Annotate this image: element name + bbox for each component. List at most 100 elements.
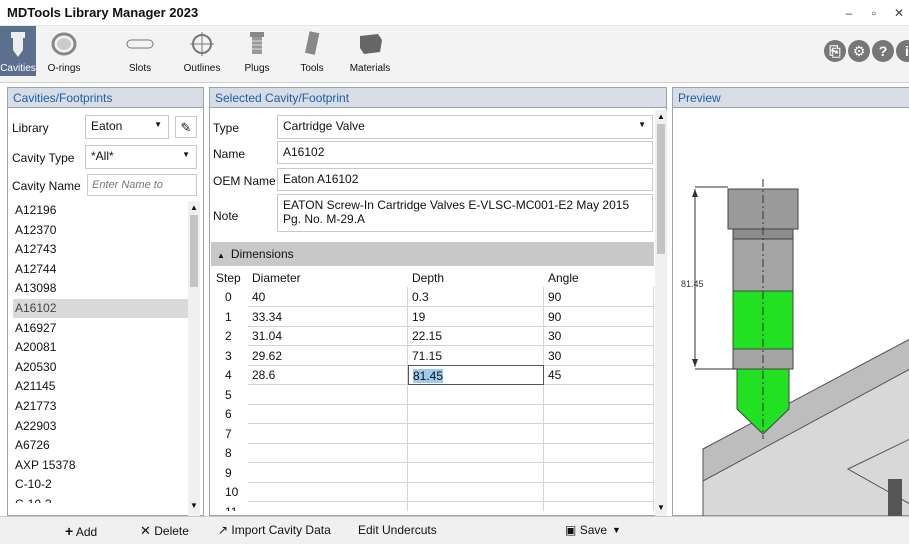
- info-icon[interactable]: i: [896, 40, 909, 62]
- name-field[interactable]: A16102: [277, 141, 653, 164]
- export-icon[interactable]: ⎘: [824, 40, 846, 62]
- oem-name-field[interactable]: Eaton A16102: [277, 168, 653, 191]
- cavity-name-input[interactable]: [87, 174, 197, 196]
- dimension-cell[interactable]: 30: [544, 345, 654, 366]
- library-select[interactable]: Eaton ▼: [85, 115, 169, 139]
- column-header[interactable]: Step: [212, 268, 248, 288]
- column-header[interactable]: Angle: [544, 268, 654, 288]
- list-item[interactable]: A12743: [13, 240, 193, 259]
- scroll-thumb[interactable]: [190, 215, 198, 287]
- list-item[interactable]: A12744: [13, 260, 193, 279]
- scroll-up-icon[interactable]: ▲: [657, 112, 665, 121]
- dimensions-header[interactable]: ▲ Dimensions: [211, 242, 654, 266]
- import-cavity-button[interactable]: ↗ Import Cavity Data: [218, 523, 331, 537]
- list-item[interactable]: C-10-2: [13, 475, 193, 494]
- dimension-cell[interactable]: [544, 443, 654, 463]
- dimension-cell[interactable]: [544, 404, 654, 424]
- list-item[interactable]: AXP 15378: [13, 456, 193, 475]
- cavity-preview[interactable]: 81.45: [673, 109, 909, 516]
- dimension-cell[interactable]: 0.3: [408, 287, 544, 307]
- toolbar: Cavities O-rings Slots Outlines Plugs To…: [0, 26, 909, 83]
- help-icon[interactable]: ?: [872, 40, 894, 62]
- note-field[interactable]: EATON Screw-In Cartridge Valves E-VLSC-M…: [277, 194, 653, 232]
- minimize-button[interactable]: –: [836, 2, 862, 24]
- column-header[interactable]: Diameter: [248, 268, 408, 288]
- tab-outlines[interactable]: Outlines: [180, 26, 224, 76]
- tab-cavities[interactable]: Cavities: [0, 26, 36, 76]
- dimension-cell[interactable]: [248, 423, 408, 444]
- tab-slots[interactable]: Slots: [120, 26, 160, 76]
- dimension-cell[interactable]: 19: [408, 306, 544, 327]
- list-scrollbar[interactable]: ▲ ▼: [188, 201, 200, 516]
- dimension-cell[interactable]: 90: [544, 287, 654, 307]
- list-item[interactable]: C-10-3: [13, 495, 193, 503]
- cavity-type-select[interactable]: *All* ▼: [85, 145, 197, 169]
- list-item[interactable]: A21773: [13, 397, 193, 416]
- dimension-cell[interactable]: [248, 404, 408, 424]
- add-button[interactable]: + Add: [65, 523, 97, 539]
- list-item[interactable]: A13098: [13, 279, 193, 298]
- delete-button[interactable]: ✕ Delete: [140, 523, 189, 539]
- type-select[interactable]: Cartridge Valve ▼: [277, 115, 653, 139]
- dimension-cell[interactable]: 29.62: [248, 345, 408, 366]
- save-button[interactable]: ▣ Save: [565, 523, 607, 537]
- dimension-cell[interactable]: [408, 443, 544, 463]
- library-value: Eaton: [91, 119, 123, 133]
- list-item[interactable]: A20081: [13, 338, 193, 357]
- material-icon: [344, 30, 396, 60]
- settings-icon[interactable]: ⚙: [848, 40, 870, 62]
- edit-icon[interactable]: ✎: [175, 116, 197, 138]
- dimension-cell[interactable]: 22.15: [408, 326, 544, 346]
- dimension-cell[interactable]: 81.45: [408, 365, 544, 385]
- dimension-cell[interactable]: [408, 404, 544, 424]
- panel-scrollbar[interactable]: ▲ ▼: [655, 110, 667, 516]
- column-header[interactable]: Depth: [408, 268, 544, 288]
- dimension-cell[interactable]: [544, 423, 654, 444]
- list-item[interactable]: A16927: [13, 319, 193, 338]
- list-item[interactable]: A16102: [13, 299, 193, 318]
- cavities-panel: Cavities/Footprints Library Eaton ▼ ✎ Ca…: [7, 87, 204, 516]
- edit-undercuts-button[interactable]: Edit Undercuts: [358, 523, 437, 537]
- list-item[interactable]: A20530: [13, 358, 193, 377]
- scroll-down-icon[interactable]: ▼: [190, 501, 198, 510]
- list-item[interactable]: A12196: [13, 201, 193, 220]
- dimension-cell[interactable]: [408, 501, 544, 511]
- tab-materials[interactable]: Materials: [344, 26, 396, 76]
- dimension-cell[interactable]: [544, 462, 654, 483]
- dimension-cell[interactable]: 45: [544, 365, 654, 385]
- tab-tools[interactable]: Tools: [296, 26, 328, 76]
- dimension-cell[interactable]: 30: [544, 326, 654, 346]
- list-item[interactable]: A22903: [13, 417, 193, 436]
- tab-label: Slots: [128, 63, 152, 74]
- dimension-cell[interactable]: [408, 423, 544, 444]
- dimension-cell[interactable]: [408, 384, 544, 405]
- dimension-cell[interactable]: [544, 482, 654, 502]
- scroll-thumb[interactable]: [657, 124, 665, 254]
- dimension-cell[interactable]: 31.04: [248, 326, 408, 346]
- dimension-cell[interactable]: 40: [248, 287, 408, 307]
- tab-label: Materials: [349, 63, 391, 74]
- dimension-cell[interactable]: [408, 482, 544, 502]
- scroll-down-icon[interactable]: ▼: [657, 503, 665, 512]
- dimension-cell[interactable]: [408, 462, 544, 483]
- dimension-cell[interactable]: [544, 384, 654, 405]
- dimension-cell[interactable]: 33.34: [248, 306, 408, 327]
- dimension-cell[interactable]: 90: [544, 306, 654, 327]
- save-dropdown-icon[interactable]: ▼: [612, 525, 621, 535]
- dimension-cell[interactable]: 71.15: [408, 345, 544, 366]
- list-item[interactable]: A12370: [13, 221, 193, 240]
- list-item[interactable]: A6726: [13, 436, 193, 455]
- scroll-up-icon[interactable]: ▲: [190, 203, 198, 212]
- dimension-cell[interactable]: [544, 501, 654, 511]
- dimension-cell[interactable]: [248, 501, 408, 511]
- dimension-cell[interactable]: [248, 462, 408, 483]
- maximize-button[interactable]: ▫: [861, 2, 887, 24]
- dimension-cell[interactable]: [248, 384, 408, 405]
- list-item[interactable]: A21145: [13, 377, 193, 396]
- tab-plugs[interactable]: Plugs: [240, 26, 274, 76]
- dimension-cell[interactable]: [248, 443, 408, 463]
- tab-o-rings[interactable]: O-rings: [42, 26, 86, 76]
- close-button[interactable]: ✕: [886, 2, 909, 24]
- dimension-cell[interactable]: [248, 482, 408, 502]
- dimension-cell[interactable]: 28.6: [248, 365, 408, 385]
